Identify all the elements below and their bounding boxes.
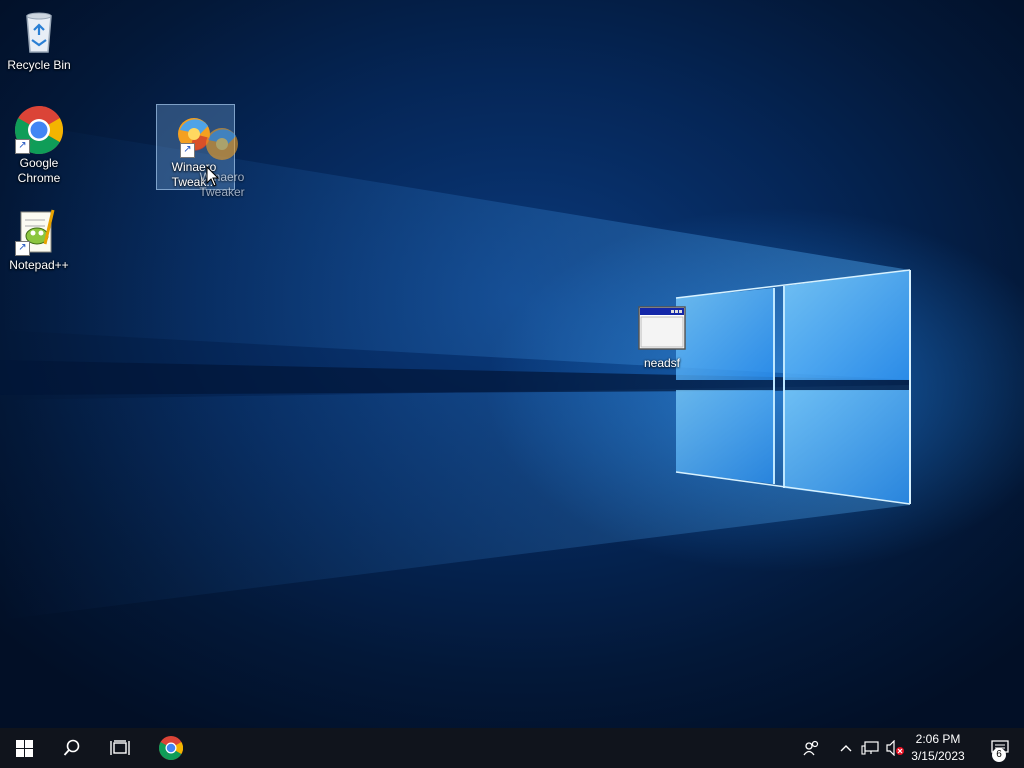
windows-logo-icon — [15, 739, 33, 757]
show-hidden-icons-button[interactable] — [834, 728, 858, 768]
winaero-ghost-icon — [198, 120, 246, 168]
chrome-taskbar-button[interactable] — [147, 728, 195, 768]
search-button[interactable] — [48, 728, 96, 768]
people-icon — [803, 740, 819, 756]
people-button[interactable] — [788, 728, 836, 768]
chrome-icon: ↗ — [14, 105, 64, 155]
chrome-icon — [159, 736, 183, 760]
neadsf-desktop-icon[interactable]: neadsf — [624, 306, 700, 371]
network-icon — [861, 741, 879, 755]
winaero-drag-ghost: Winaero Tweaker — [184, 120, 260, 200]
notification-count-badge: 6 — [992, 748, 1006, 762]
shortcut-arrow-icon: ↗ — [15, 139, 30, 154]
taskbar: 2:06 PM 3/15/2023 — [0, 728, 1024, 768]
winaero-ghost-line2: Tweaker — [199, 185, 245, 199]
mouse-pointer-icon — [206, 166, 220, 187]
notepadpp-label: Notepad++ — [9, 258, 69, 272]
search-icon — [63, 739, 80, 756]
notepadpp-desktop-icon[interactable]: ↗ Notepad++ — [1, 208, 77, 273]
chrome-label-line2: Chrome — [17, 171, 61, 185]
taskbar-clock[interactable]: 2:06 PM 3/15/2023 — [902, 731, 974, 765]
chevron-up-icon — [840, 745, 852, 752]
network-button[interactable] — [858, 728, 882, 768]
recycle-bin-desktop-icon[interactable]: Recycle Bin — [1, 8, 77, 73]
desktop[interactable]: Recycle Bin ↗ Google Chrome ↗ Notepad++ … — [0, 0, 1024, 728]
start-button[interactable] — [0, 728, 48, 768]
task-view-icon — [110, 740, 130, 755]
clock-date: 3/15/2023 — [911, 749, 965, 763]
neadsf-label: neadsf — [643, 356, 681, 370]
chrome-label-line1: Google — [19, 156, 59, 170]
notepadpp-icon: ↗ — [15, 208, 63, 256]
clock-time: 2:06 PM — [915, 732, 961, 746]
google-chrome-desktop-icon[interactable]: ↗ Google Chrome — [1, 105, 77, 186]
winaero-ghost-line1: Winaero — [199, 170, 245, 184]
wallpaper-light — [0, 120, 911, 620]
recycle-bin-icon — [15, 8, 63, 56]
application-window-icon — [638, 306, 686, 354]
recycle-bin-label: Recycle Bin — [7, 58, 71, 72]
shortcut-arrow-icon: ↗ — [15, 241, 30, 256]
task-view-button[interactable] — [96, 728, 144, 768]
